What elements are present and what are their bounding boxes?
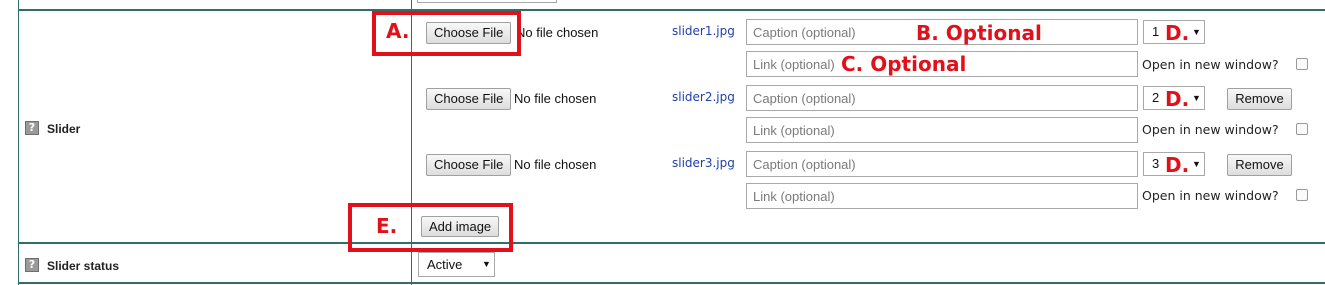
open-new-window-label-1: Open in new window? <box>1142 57 1279 72</box>
annotation-label-c: C. Optional <box>841 52 967 76</box>
table-bottom-border <box>18 282 1325 284</box>
order-select-value-3: 3 <box>1152 156 1160 171</box>
help-icon[interactable]: ? <box>25 258 39 272</box>
slider-status-value: Active <box>427 257 463 272</box>
slider-filename-3: slider3.jpg <box>672 156 735 170</box>
annotation-label-d-1: D. <box>1165 21 1190 45</box>
table-row-divider <box>18 242 1325 244</box>
open-new-window-checkbox-2[interactable] <box>1296 123 1308 135</box>
annotation-label-a: A. <box>386 19 410 43</box>
annotation-label-d-3: D. <box>1165 153 1190 177</box>
annotation-label-b: B. Optional <box>916 21 1042 45</box>
table-left-border <box>18 0 19 285</box>
remove-button-3[interactable]: Remove <box>1227 154 1292 176</box>
annotation-label-d-2: D. <box>1165 87 1190 111</box>
slider-filename-2: slider2.jpg <box>672 90 735 104</box>
previous-row-input-edge <box>417 0 557 3</box>
choose-file-button-2[interactable]: Choose File <box>426 88 512 110</box>
slider-filename-1: slider1.jpg <box>672 24 735 38</box>
link-input-3[interactable] <box>746 183 1138 209</box>
open-new-window-label-3: Open in new window? <box>1142 188 1279 203</box>
caret-down-icon: ▼ <box>1192 27 1201 37</box>
no-file-chosen-text-2: No file chosen <box>514 91 597 106</box>
order-select-value-1: 1 <box>1152 24 1160 39</box>
annotation-label-e: E. <box>376 214 398 238</box>
link-input-2[interactable] <box>746 117 1138 143</box>
open-new-window-label-2: Open in new window? <box>1142 122 1279 137</box>
choose-file-button-3[interactable]: Choose File <box>426 154 512 176</box>
caret-down-icon: ▼ <box>482 259 491 269</box>
caption-input-2[interactable] <box>746 85 1138 111</box>
caption-input-3[interactable] <box>746 151 1138 177</box>
help-icon[interactable]: ? <box>25 121 39 135</box>
order-select-value-2: 2 <box>1152 90 1160 105</box>
slider-status-label: Slider status <box>47 259 120 273</box>
caret-down-icon: ▼ <box>1192 159 1201 169</box>
no-file-chosen-text-1: No file chosen <box>516 25 599 40</box>
open-new-window-checkbox-3[interactable] <box>1296 189 1308 201</box>
annotation-box-e <box>348 203 513 252</box>
open-new-window-checkbox-1[interactable] <box>1296 58 1308 70</box>
slider-row-label: Slider <box>47 122 81 136</box>
table-top-border <box>18 9 1325 11</box>
caret-down-icon: ▼ <box>1192 93 1201 103</box>
no-file-chosen-text-3: No file chosen <box>514 157 597 172</box>
remove-button-2[interactable]: Remove <box>1227 88 1292 110</box>
